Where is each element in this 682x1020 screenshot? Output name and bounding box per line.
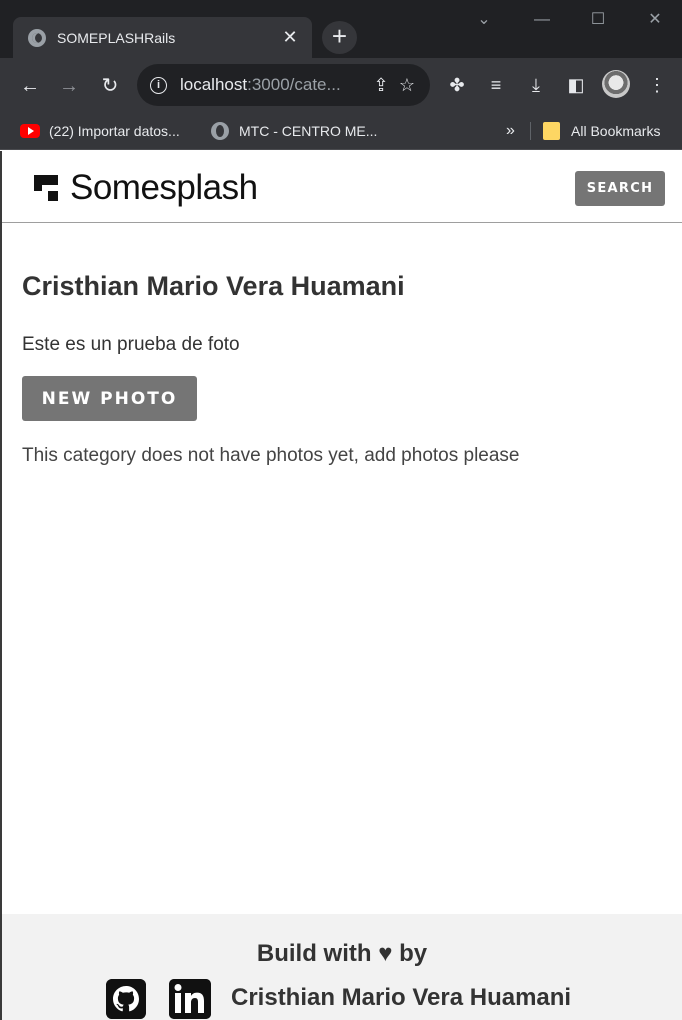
globe-icon bbox=[28, 28, 46, 47]
bookmark-star-icon[interactable]: ☆ bbox=[394, 75, 420, 96]
forward-arrow-icon[interactable]: → bbox=[54, 71, 84, 101]
back-arrow-icon[interactable]: ← bbox=[15, 71, 45, 101]
folder-icon bbox=[543, 122, 560, 140]
browser-tab[interactable]: SOMEPLASHRails ✕ bbox=[13, 17, 312, 58]
bookmark-label: MTC - CENTRO ME... bbox=[239, 123, 378, 139]
new-photo-button[interactable]: NEW PHOTO bbox=[22, 376, 197, 421]
new-tab-button[interactable]: + bbox=[322, 21, 357, 54]
page-viewport: Somesplash SEARCH Cristhian Mario Vera H… bbox=[0, 151, 682, 1020]
footer-build-with: Build with ♥ by bbox=[256, 940, 428, 967]
address-bar[interactable]: i localhost:3000/cate... ⇪ ☆ bbox=[137, 64, 430, 106]
share-icon[interactable]: ⇪ bbox=[368, 75, 394, 96]
profile-avatar[interactable] bbox=[602, 70, 630, 98]
search-button[interactable]: SEARCH bbox=[575, 171, 665, 206]
minimize-icon[interactable]: — bbox=[527, 6, 557, 34]
globe-icon bbox=[211, 122, 229, 140]
github-icon[interactable] bbox=[106, 979, 146, 1019]
browser-toolbar: ← → ↻ i localhost:3000/cate... ⇪ ☆ ✤ ≡ ⤓… bbox=[0, 58, 682, 112]
site-navbar: Somesplash SEARCH bbox=[2, 151, 682, 223]
maximize-icon[interactable]: ☐ bbox=[583, 6, 613, 34]
site-footer: Build with ♥ by Cristhian Mario Vera Hua… bbox=[2, 914, 682, 1020]
extensions-puzzle-icon[interactable]: ✤ bbox=[442, 70, 472, 100]
empty-photos-message: This category does not have photos yet, … bbox=[22, 445, 520, 466]
side-panel-icon[interactable]: ◧ bbox=[561, 70, 591, 100]
reload-icon[interactable]: ↻ bbox=[95, 71, 125, 101]
bookmark-youtube[interactable]: (22) Importar datos... bbox=[20, 120, 180, 142]
url-host: localhost bbox=[180, 75, 248, 94]
somesplash-logo-icon[interactable] bbox=[34, 175, 58, 203]
category-content: Cristhian Mario Vera Huamani Este es un … bbox=[22, 271, 662, 467]
category-title: Cristhian Mario Vera Huamani bbox=[22, 271, 405, 301]
info-icon[interactable]: i bbox=[150, 76, 167, 94]
all-bookmarks-label: All Bookmarks bbox=[571, 123, 661, 139]
bookmark-mtc[interactable]: MTC - CENTRO ME... bbox=[211, 120, 377, 142]
bookmarks-bar: (22) Importar datos... MTC - CENTRO ME..… bbox=[0, 112, 682, 150]
close-window-icon[interactable]: ✕ bbox=[640, 6, 670, 34]
browser-title-bar: SOMEPLASHRails ✕ + ⌄ — ☐ ✕ bbox=[0, 0, 682, 58]
footer-author: Cristhian Mario Vera Huamani bbox=[231, 984, 572, 1011]
bookmark-label: (22) Importar datos... bbox=[49, 123, 180, 139]
category-description: Este es un prueba de foto bbox=[22, 334, 240, 355]
brand-name[interactable]: Somesplash bbox=[70, 168, 258, 208]
bookmarks-overflow-button[interactable]: » bbox=[506, 120, 515, 142]
kebab-menu-icon[interactable]: ⋮ bbox=[642, 70, 672, 100]
tab-search-chevron-icon[interactable]: ⌄ bbox=[469, 6, 499, 34]
close-tab-icon[interactable]: ✕ bbox=[280, 27, 300, 48]
url-path: :3000/cate... bbox=[247, 75, 341, 94]
linkedin-icon[interactable] bbox=[169, 979, 211, 1019]
bookmarks-divider bbox=[530, 122, 531, 140]
media-queue-icon[interactable]: ≡ bbox=[481, 70, 511, 100]
youtube-icon bbox=[20, 124, 40, 138]
url-text: localhost:3000/cate... bbox=[180, 75, 368, 95]
download-icon[interactable]: ⤓ bbox=[521, 70, 551, 100]
tab-title: SOMEPLASHRails bbox=[57, 29, 176, 46]
all-bookmarks-folder[interactable]: All Bookmarks bbox=[543, 120, 660, 142]
